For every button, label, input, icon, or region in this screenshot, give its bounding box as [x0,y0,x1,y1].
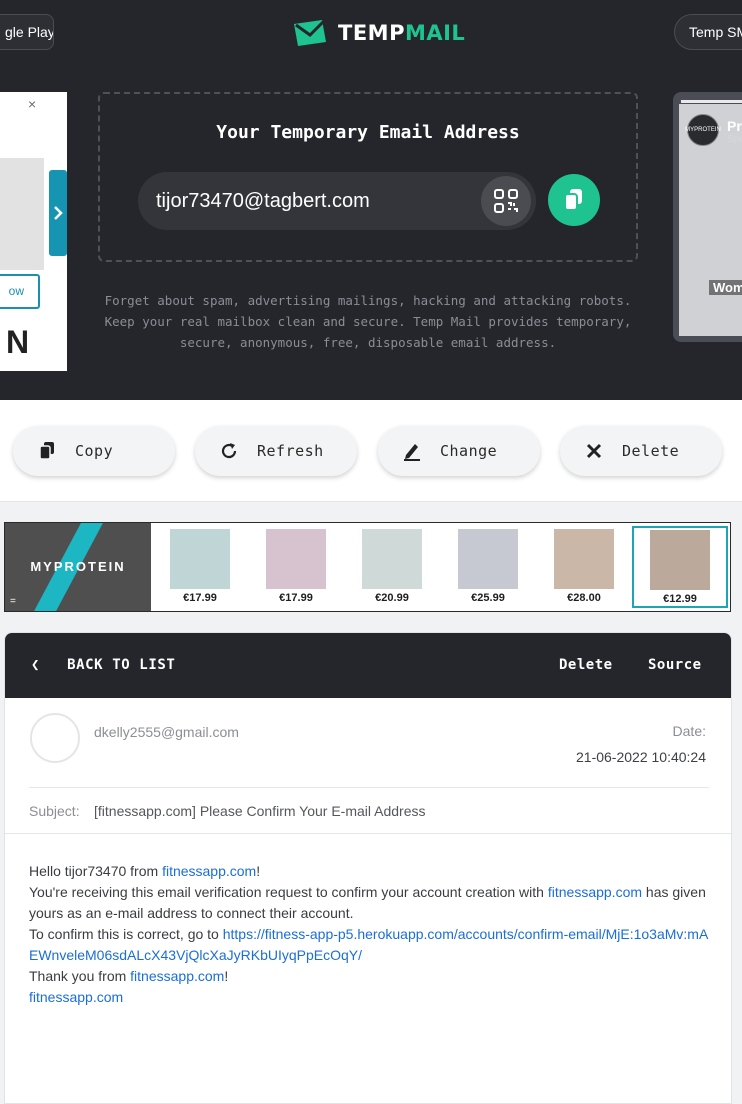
chevron-right-icon[interactable] [49,170,67,256]
qr-code-button[interactable] [481,176,531,226]
site-link[interactable]: fitnessapp.com [130,968,224,984]
email-address-field[interactable]: tijor73470@tagbert.com [138,172,536,230]
right-ad-progress [681,100,742,103]
temp-email-box: Your Temporary Email Address tijor73470@… [98,92,638,262]
right-ad-label: Wom [709,280,742,295]
product-photo [554,529,614,589]
product-photo [362,529,422,589]
chevron-left-icon: ❮ [31,657,41,673]
message-view: ❮ BACK TO LIST Delete Source dkelly2555@… [4,632,732,1104]
right-ad-subtitle: Spo [727,134,742,145]
greeting-text: Hello tijor73470 from [29,863,163,879]
product-card[interactable]: €28.00 [553,529,615,607]
envelope-logo-icon [294,20,326,46]
left-ad[interactable]: × ow N [0,92,67,371]
product-card[interactable]: €17.99 [169,529,231,607]
divider [5,833,731,834]
product-price: €17.99 [183,592,217,604]
message-toolbar: ❮ BACK TO LIST Delete Source [5,633,731,698]
product-card[interactable]: €20.99 [361,529,423,607]
body-line-confirm: To confirm this is correct, go to https:… [29,924,713,966]
tempmail-logo[interactable]: TEMPMAIL [292,20,465,46]
confirm-text: To confirm this is correct, go to [29,926,223,942]
product-price: €20.99 [375,592,409,604]
hero-description: Forget about spam, advertising mailings,… [90,290,646,353]
product-photo [458,529,518,589]
back-to-list-button[interactable]: ❮ BACK TO LIST [31,633,175,698]
body-line-signature: fitnessapp.com [29,987,713,1008]
edit-pen-icon [400,439,424,463]
hero-description-line: Forget about spam, advertising mailings,… [104,293,632,308]
date-label: Date: [672,723,706,739]
message-body: Hello tijor73470 from fitnessapp.com! Yo… [29,861,713,1008]
email-address-value[interactable]: tijor73470@tagbert.com [156,172,370,230]
right-ad[interactable]: MYPROTEIN Pr Spo Wom [673,92,742,342]
hero-section: gle Play TEMPMAIL Temp SM × ow N Your Te… [0,0,742,400]
refresh-icon [217,439,241,463]
product-photo [266,529,326,589]
body-line-request: You're receiving this email verification… [29,882,713,924]
product-price: €17.99 [279,592,313,604]
product-price: €12.99 [663,593,697,605]
product-photo [650,530,710,590]
sender-email: dkelly2555@gmail.com [94,724,239,740]
ad-shop-button[interactable]: ow [0,274,40,309]
divider [29,787,709,788]
google-play-button[interactable]: gle Play [0,14,54,50]
site-link[interactable]: fitnessapp.com [548,884,642,900]
right-ad-title: Pr [727,118,742,134]
temp-sms-label: Temp SM [689,24,742,40]
google-play-label: gle Play [5,24,54,40]
menu-icon[interactable]: = [10,596,16,607]
product-price: €25.99 [471,592,505,604]
copy-label: Copy [75,442,114,460]
ad-image [0,158,44,270]
refresh-label: Refresh [257,442,324,460]
ad-close-icon[interactable]: × [28,96,36,112]
copy-button[interactable]: Copy [13,426,175,476]
date-value: 21-06-2022 10:40:24 [576,749,706,765]
site-link[interactable]: fitnessapp.com [162,863,256,879]
request-text: You're receiving this email verification… [29,884,548,900]
change-button[interactable]: Change [378,426,540,476]
thanks-text: Thank you from [29,968,131,984]
copy-address-button[interactable] [548,174,600,226]
exclamation: ! [256,863,261,879]
product-card[interactable]: €17.99 [265,529,327,607]
copy-icon [35,439,59,463]
body-line-thanks: Thank you from fitnessapp.com! [29,966,713,987]
banner-brand[interactable]: MYPROTEIN = [5,523,151,611]
exclamation: ! [224,968,229,984]
subject-label: Subject: [29,803,80,819]
action-bar: Copy Refresh Change Delete [0,400,742,502]
qr-code-icon [494,189,518,213]
message-delete-button[interactable]: Delete [559,633,613,698]
sender-avatar [30,713,80,763]
product-card-selected[interactable]: €12.99 [632,526,728,608]
delete-label: Delete [622,442,680,460]
right-ad-avatar: MYPROTEIN [685,114,721,146]
change-label: Change [440,442,498,460]
banner-ad[interactable]: MYPROTEIN = €17.99 €17.99 €20.99 €25.99 … [4,522,731,612]
banner-brand-name: MYPROTEIN [30,559,126,574]
site-link[interactable]: fitnessapp.com [29,989,123,1005]
email-box-title: Your Temporary Email Address [216,122,520,143]
hero-description-line: secure, anonymous, free, disposable emai… [179,335,557,350]
copy-icon [564,189,582,211]
product-photo [170,529,230,589]
hero-description-line: Keep your real mailbox clean and secure.… [104,314,632,329]
delete-button[interactable]: Delete [560,426,722,476]
product-card[interactable]: €25.99 [457,529,519,607]
refresh-button[interactable]: Refresh [195,426,357,476]
temp-sms-button[interactable]: Temp SM [674,14,742,50]
body-line-greeting: Hello tijor73470 from fitnessapp.com! [29,861,713,882]
back-to-list-label: BACK TO LIST [67,657,176,673]
close-icon [582,439,606,463]
logo-text-temp: TEMP [338,21,405,45]
logo-text-mail: MAIL [404,21,466,45]
subject-value: [fitnessapp.com] Please Confirm Your E-m… [94,803,426,819]
ad-logo-letter: N [6,324,30,360]
product-price: €28.00 [567,592,601,604]
message-source-button[interactable]: Source [648,633,702,698]
